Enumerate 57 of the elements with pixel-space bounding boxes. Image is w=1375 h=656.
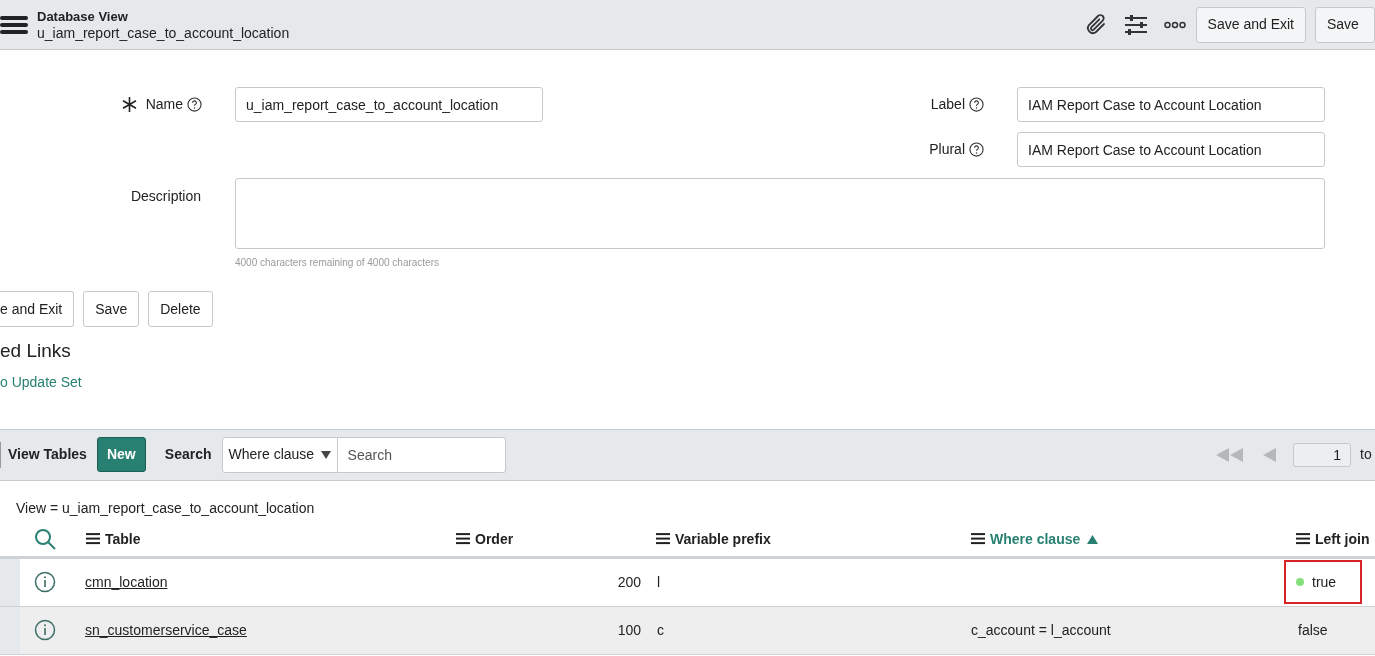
- menu-icon[interactable]: [0, 13, 28, 36]
- column-header[interactable]: Left join: [1315, 528, 1370, 550]
- new-button[interactable]: New: [96, 437, 146, 472]
- menu-icon[interactable]: [1296, 533, 1310, 545]
- table-cell: 100: [617, 621, 641, 638]
- row-gutter: [0, 558, 20, 606]
- field-label: Description: [130, 187, 201, 206]
- table-link[interactable]: sn_customerservice_case: [85, 621, 247, 638]
- field-label: Plural: [929, 140, 965, 159]
- character-count: 4000 characters remaining of 4000 characters: [235, 257, 439, 268]
- table-link[interactable]: cmn_location: [85, 573, 168, 590]
- table-cell: c: [657, 621, 664, 638]
- menu-icon[interactable]: [656, 533, 670, 545]
- related-link[interactable]: o Update Set: [0, 373, 82, 390]
- label-field[interactable]: IAM Report Case to Account Location: [1017, 87, 1325, 122]
- menu-icon[interactable]: [456, 533, 470, 545]
- description-field[interactable]: [235, 178, 1325, 249]
- table-cell: c_account = l_account: [971, 621, 1111, 638]
- column-header[interactable]: Table: [105, 528, 141, 550]
- name-field[interactable]: u_iam_report_case_to_account_location: [235, 87, 543, 122]
- info-icon[interactable]: [34, 619, 56, 641]
- table-cell-text: false: [1298, 620, 1328, 640]
- dropdown-icon: [320, 450, 331, 459]
- table-cell: l: [657, 573, 661, 590]
- list-title: View Tables: [8, 445, 87, 464]
- search-icon[interactable]: [34, 528, 56, 550]
- help-icon[interactable]: [187, 97, 202, 112]
- save-button[interactable]: Save: [1315, 6, 1375, 43]
- page-range-text: to: [1360, 445, 1373, 464]
- field-label: Label: [930, 95, 965, 114]
- info-icon[interactable]: [34, 571, 56, 593]
- form-title: Database View: [37, 8, 129, 25]
- column-header[interactable]: Where clause: [990, 528, 1081, 550]
- search-field-select[interactable]: Where clause: [221, 436, 338, 473]
- page-field[interactable]: 1: [1293, 442, 1351, 467]
- menu-icon[interactable]: [86, 533, 100, 545]
- menu-icon[interactable]: [971, 533, 985, 545]
- breadcrumb: View = u_iam_report_case_to_account_location: [16, 499, 315, 516]
- field-label: Name: [145, 95, 183, 114]
- column-header[interactable]: Variable prefix: [675, 528, 771, 550]
- sliders-icon[interactable]: [1123, 12, 1148, 37]
- section-heading: ed Links: [0, 340, 71, 361]
- search-label: Search: [164, 445, 212, 464]
- delete-button[interactable]: Delete: [148, 291, 213, 327]
- plural-field[interactable]: IAM Report Case to Account Location: [1017, 132, 1325, 167]
- search-field[interactable]: Search: [337, 436, 506, 473]
- table-cell-text: true: [1312, 572, 1337, 592]
- save-button[interactable]: Save: [83, 291, 140, 327]
- save-and-exit-button[interactable]: e and Exit: [0, 291, 75, 327]
- more-icon[interactable]: [1163, 20, 1186, 29]
- help-icon[interactable]: [969, 142, 984, 157]
- save-and-exit-button[interactable]: Save and Exit: [1195, 6, 1306, 43]
- help-icon[interactable]: [969, 97, 984, 112]
- sort-ascending-icon: [1087, 534, 1099, 544]
- column-header[interactable]: Order: [475, 528, 514, 550]
- record-name: u_iam_report_case_to_account_location: [37, 24, 290, 41]
- table-cell: 200: [617, 573, 641, 590]
